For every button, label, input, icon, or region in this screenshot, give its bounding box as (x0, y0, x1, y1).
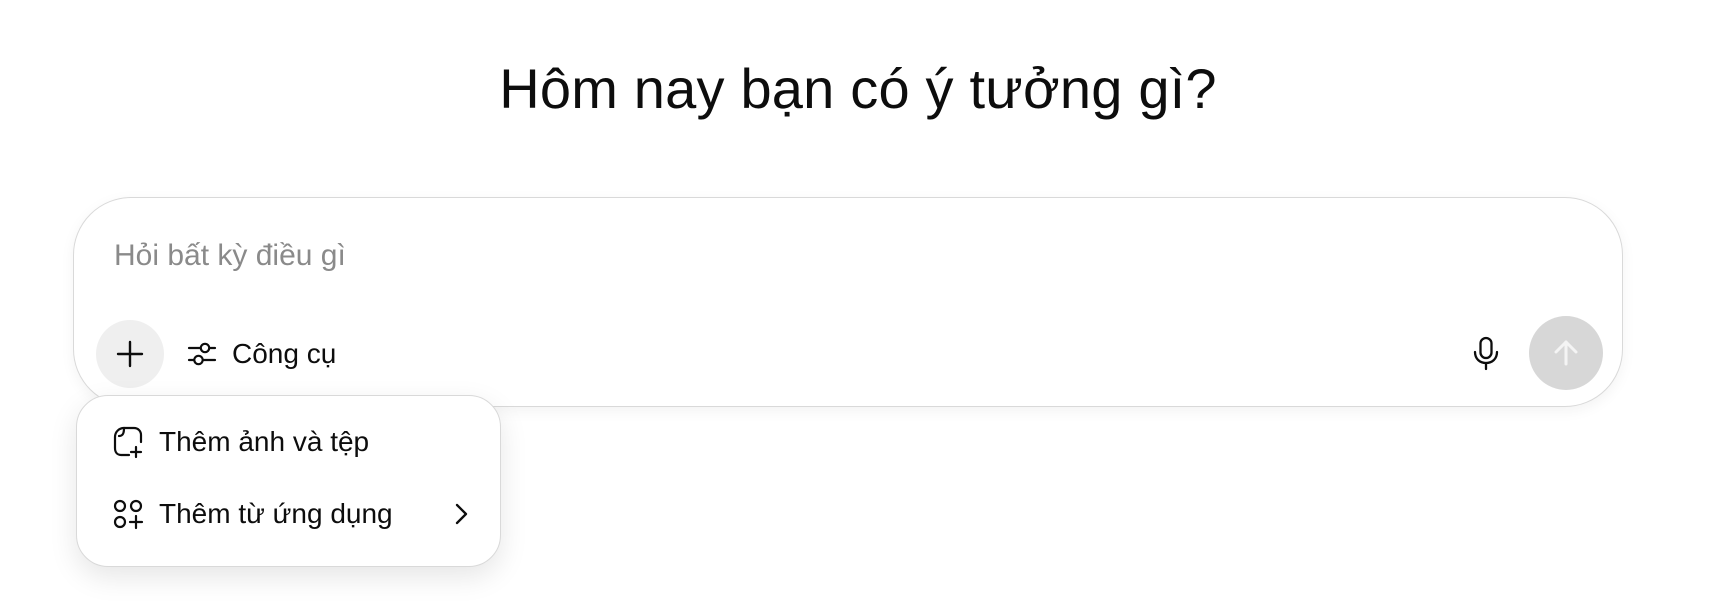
sliders-icon (186, 338, 218, 370)
page-title: Hôm nay bạn có ý tưởng gì? (499, 57, 1217, 120)
tools-button[interactable]: Công cụ (186, 328, 336, 380)
microphone-button[interactable] (1461, 329, 1511, 379)
attachment-menu: Thêm ảnh và tệp Thêm từ ứng dụng (76, 395, 501, 567)
attach-file-icon (111, 425, 145, 459)
arrow-up-icon (1550, 337, 1582, 369)
plus-icon (115, 339, 145, 369)
apps-icon (111, 497, 145, 531)
prompt-input[interactable] (114, 232, 1314, 280)
add-button[interactable] (96, 320, 164, 388)
menu-item-add-from-apps[interactable]: Thêm từ ứng dụng (111, 490, 473, 538)
microphone-icon (1471, 336, 1501, 372)
chevron-right-icon (449, 502, 473, 526)
menu-item-label: Thêm ảnh và tệp (159, 426, 370, 457)
menu-item-add-photos-files[interactable]: Thêm ảnh và tệp (111, 418, 473, 466)
tools-label: Công cụ (232, 338, 337, 369)
composer: Công cụ (73, 197, 1623, 407)
page: Hôm nay bạn có ý tưởng gì? Hỏi bất kỳ đi… (0, 0, 1716, 606)
send-button[interactable] (1529, 316, 1603, 390)
menu-item-label: Thêm từ ứng dụng (159, 498, 393, 529)
